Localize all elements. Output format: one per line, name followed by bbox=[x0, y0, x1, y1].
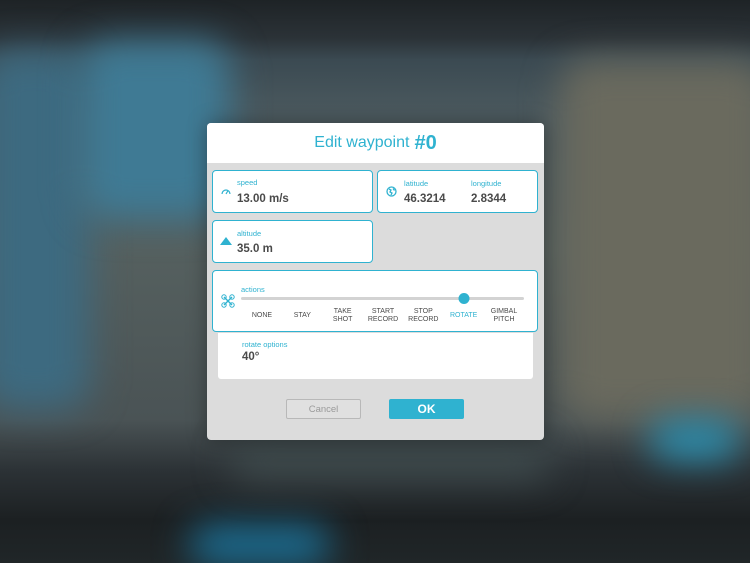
action-option[interactable]: STOP RECORD bbox=[401, 308, 445, 324]
speedometer-icon bbox=[221, 189, 231, 195]
altitude-label: altitude bbox=[237, 229, 262, 238]
drone-icon bbox=[221, 294, 235, 308]
rotate-options-value: 40° bbox=[242, 351, 260, 363]
position-field[interactable]: latitude 46.3214 longitude 2.8344 bbox=[377, 170, 538, 213]
action-option-line1: TAKE bbox=[333, 308, 352, 315]
action-option-line1: START bbox=[371, 308, 395, 315]
action-option[interactable]: NONE bbox=[240, 312, 284, 320]
action-option-line1: STAY bbox=[293, 312, 311, 319]
globe-icon bbox=[386, 186, 397, 197]
action-option[interactable]: START RECORD bbox=[361, 308, 405, 324]
action-option[interactable]: GIMBAL PITCH bbox=[482, 308, 526, 324]
altitude-value: 35.0 m bbox=[237, 243, 273, 255]
actions-slider[interactable] bbox=[241, 293, 524, 304]
action-option[interactable]: ROTATE bbox=[442, 312, 486, 320]
rotate-options-panel[interactable]: rotate options 40° bbox=[218, 333, 533, 379]
speed-label: speed bbox=[237, 178, 258, 187]
action-option-line2: RECORD bbox=[367, 316, 399, 323]
slider-thumb[interactable] bbox=[458, 293, 470, 304]
action-option-line2: RECORD bbox=[408, 316, 439, 323]
edit-waypoint-dialog: Edit waypoint #0 speed 13.00 m/s latitud… bbox=[207, 123, 544, 440]
actions-field: actions NONE STAY TAKE SHOT START RECORD STOP R… bbox=[212, 270, 538, 332]
longitude-label: longitude bbox=[471, 179, 502, 188]
waypoint-number: #0 bbox=[414, 131, 437, 154]
cancel-button[interactable]: Cancel bbox=[286, 399, 361, 419]
ok-button[interactable]: OK bbox=[389, 399, 464, 419]
action-option-line2: SHOT bbox=[332, 316, 353, 323]
speed-field[interactable]: speed 13.00 m/s bbox=[212, 170, 373, 213]
latitude-value: 46.3214 bbox=[404, 193, 446, 205]
action-option[interactable]: STAY bbox=[280, 312, 324, 320]
dialog-header: Edit waypoint #0 bbox=[207, 123, 544, 163]
action-option-line1: ROTATE bbox=[449, 312, 478, 319]
speed-value: 13.00 m/s bbox=[237, 193, 289, 205]
rotate-options-label: rotate options bbox=[242, 340, 288, 349]
action-option-line2: PITCH bbox=[493, 316, 515, 323]
dialog-title: Edit waypoint bbox=[314, 134, 410, 151]
altitude-field[interactable]: altitude 35.0 m bbox=[212, 220, 373, 263]
action-option-line1: STOP bbox=[413, 308, 433, 315]
mountain-icon bbox=[220, 237, 232, 245]
action-option-line1: GIMBAL bbox=[490, 308, 518, 315]
action-option[interactable]: TAKE SHOT bbox=[321, 308, 365, 324]
actions-label: actions bbox=[241, 285, 265, 294]
action-option-line1: NONE bbox=[251, 312, 273, 319]
longitude-value: 2.8344 bbox=[471, 193, 507, 205]
latitude-label: latitude bbox=[404, 179, 429, 188]
